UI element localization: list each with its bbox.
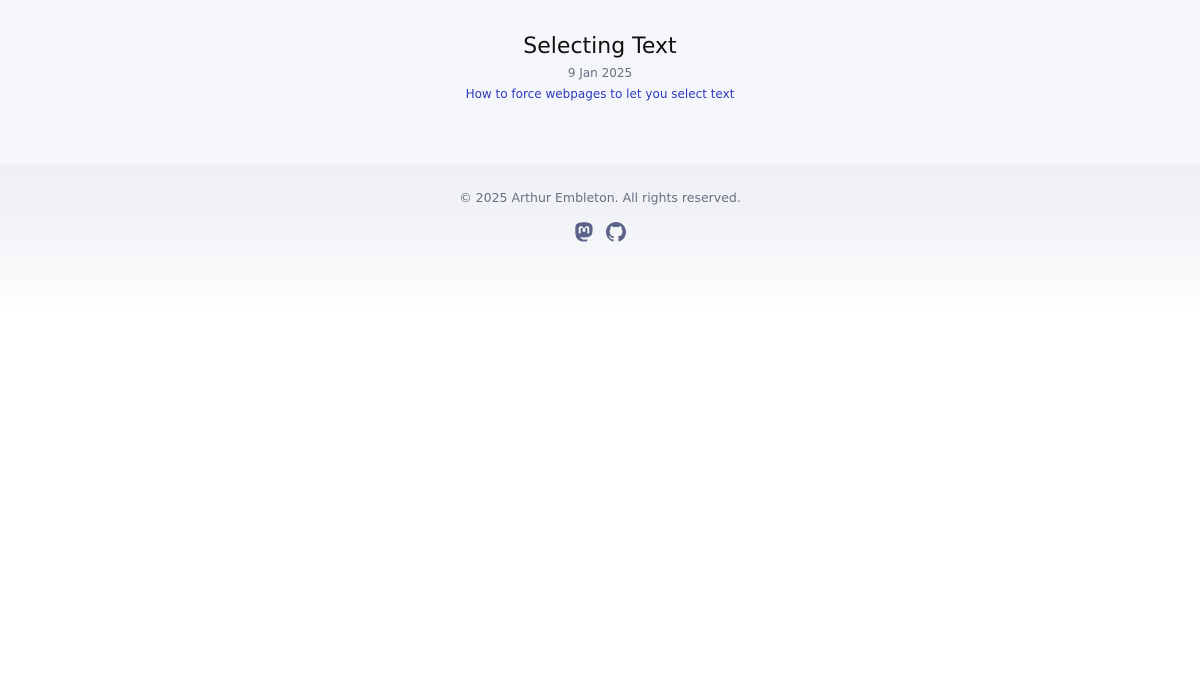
mastodon-icon — [575, 222, 593, 242]
github-icon — [606, 222, 626, 242]
post-entry: Selecting Text 9 Jan 2025 How to force w… — [0, 32, 1200, 102]
post-date: 9 Jan 2025 — [567, 66, 633, 80]
site-footer: © 2025 Arthur Embleton. All rights reser… — [0, 164, 1200, 314]
mastodon-link[interactable] — [574, 221, 594, 243]
github-link[interactable] — [606, 221, 626, 243]
page: Selecting Text 9 Jan 2025 How to force w… — [0, 0, 1200, 675]
post-summary-link[interactable]: How to force webpages to let you select … — [466, 86, 735, 102]
copyright-text: © 2025 Arthur Embleton. All rights reser… — [459, 190, 741, 205]
post-title: Selecting Text — [523, 34, 677, 59]
social-links — [0, 221, 1200, 243]
